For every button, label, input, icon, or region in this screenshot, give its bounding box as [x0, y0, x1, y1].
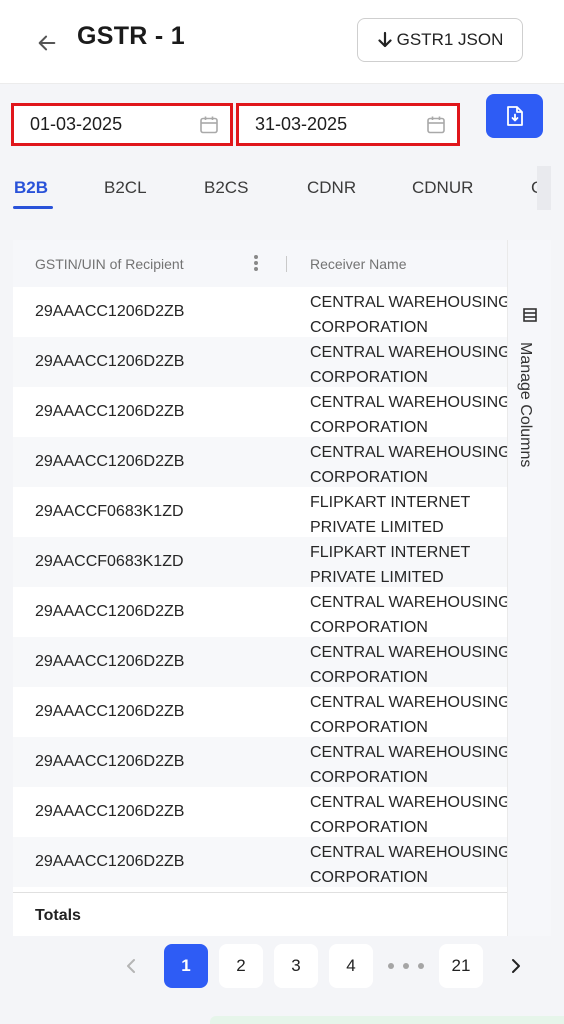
totals-row: Totals [13, 892, 507, 936]
download-report-button[interactable] [486, 94, 543, 138]
receiver-name-cell: CENTRAL WAREHOUSING CORPORATION [310, 640, 507, 690]
table-row[interactable]: 29AAACC1206D2ZB CENTRAL WAREHOUSING CORP… [13, 337, 507, 387]
tab-b2b[interactable]: B2B [14, 178, 48, 198]
receiver-name-line: CENTRAL WAREHOUSING [310, 344, 507, 361]
gstin-cell: 29AAACC1206D2ZB [35, 403, 185, 420]
return-section-tabs: B2B B2CL B2CS CDNR CDNUR CC [0, 166, 551, 210]
receiver-name-cell: CENTRAL WAREHOUSING CORPORATION [310, 440, 507, 490]
receiver-name-line: FLIPKART INTERNET [310, 494, 471, 511]
table-row[interactable]: 29AAACC1206D2ZB CENTRAL WAREHOUSING CORP… [13, 437, 507, 487]
gstin-cell: 29AAACC1206D2ZB [35, 853, 185, 870]
back-button[interactable] [32, 28, 62, 58]
b2b-table: GSTIN/UIN of Recipient Receiver Name 29A… [13, 240, 551, 936]
gstin-cell: 29AAACC1206D2ZB [35, 453, 185, 470]
manage-columns-label: Manage Columns [517, 342, 534, 468]
table-row[interactable]: 29AAACC1206D2ZB CENTRAL WAREHOUSING CORP… [13, 687, 507, 737]
calendar-icon [426, 115, 446, 135]
table-row[interactable]: 29AAACC1206D2ZB CENTRAL WAREHOUSING CORP… [13, 287, 507, 337]
gstin-cell: 29AAACC1206D2ZB [35, 703, 185, 720]
receiver-name-line: CENTRAL WAREHOUSING [310, 394, 507, 411]
page-button-4[interactable]: 4 [329, 944, 373, 988]
arrow-left-icon [38, 35, 56, 51]
tab-b2cs[interactable]: B2CS [204, 178, 248, 198]
arrow-down-icon [378, 31, 392, 48]
column-resize-handle[interactable] [286, 256, 287, 272]
receiver-name-line: CENTRAL WAREHOUSING [310, 644, 507, 661]
prev-page-button[interactable] [116, 944, 146, 988]
receiver-name-cell: CENTRAL WAREHOUSING CORPORATION [310, 840, 507, 890]
app-header: GSTR - 1 GSTR1 JSON [0, 0, 564, 84]
column-header-gstin[interactable]: GSTIN/UIN of Recipient [35, 256, 184, 272]
gstr1-json-button-label: GSTR1 JSON [396, 30, 504, 49]
gstin-cell: 29AACCF0683K1ZD [35, 503, 184, 520]
table-body: 29AAACC1206D2ZB CENTRAL WAREHOUSING CORP… [13, 287, 507, 887]
gstin-cell: 29AAACC1206D2ZB [35, 303, 185, 320]
date-filters: 01-03-2025 31-03-2025 [0, 84, 564, 154]
gstin-cell: 29AAACC1206D2ZB [35, 653, 185, 670]
receiver-name-line: CENTRAL WAREHOUSING [310, 794, 507, 811]
next-page-button[interactable] [501, 944, 531, 988]
table-row[interactable]: 29AACCF0683K1ZD FLIPKART INTERNET PRIVAT… [13, 537, 507, 587]
receiver-name-line: CENTRAL WAREHOUSING [310, 694, 507, 711]
from-date-value: 01-03-2025 [30, 114, 123, 134]
table-header: GSTIN/UIN of Recipient Receiver Name [13, 240, 507, 287]
table-row[interactable]: 29AAACC1206D2ZB CENTRAL WAREHOUSING CORP… [13, 387, 507, 437]
tab-b2cl[interactable]: B2CL [104, 178, 147, 198]
gstin-cell: 29AACCF0683K1ZD [35, 553, 184, 570]
receiver-name-cell: FLIPKART INTERNET PRIVATE LIMITED [310, 540, 507, 590]
tab-cdnr[interactable]: CDNR [307, 178, 356, 198]
table-row[interactable]: 29AAACC1206D2ZB CENTRAL WAREHOUSING CORP… [13, 737, 507, 787]
receiver-name-cell: CENTRAL WAREHOUSING CORPORATION [310, 340, 507, 390]
column-header-receiver-name[interactable]: Receiver Name [310, 256, 406, 272]
pagination: 1 2 3 4 21 [0, 940, 564, 994]
columns-icon [523, 308, 537, 322]
receiver-name-line: CENTRAL WAREHOUSING [310, 294, 507, 311]
gstin-cell: 29AAACC1206D2ZB [35, 753, 185, 770]
pagination-ellipsis [388, 962, 424, 970]
gstr1-json-button[interactable]: GSTR1 JSON [357, 18, 523, 62]
page-button-1[interactable]: 1 [164, 944, 208, 988]
to-date-field[interactable]: 31-03-2025 [236, 103, 460, 146]
kebab-menu-icon[interactable] [249, 253, 263, 273]
receiver-name-cell: CENTRAL WAREHOUSING CORPORATION [310, 590, 507, 640]
page-button-2[interactable]: 2 [219, 944, 263, 988]
table-row[interactable]: 29AAACC1206D2ZB CENTRAL WAREHOUSING CORP… [13, 587, 507, 637]
chevron-left-icon [127, 959, 135, 973]
active-tab-indicator [13, 206, 53, 209]
chevron-right-icon [512, 959, 520, 973]
to-date-value: 31-03-2025 [255, 114, 348, 134]
bottom-sheet-edge [210, 1016, 564, 1024]
receiver-name-line: FLIPKART INTERNET [310, 544, 471, 561]
receiver-name-cell: CENTRAL WAREHOUSING CORPORATION [310, 740, 507, 790]
receiver-name-line: CENTRAL WAREHOUSING [310, 444, 507, 461]
receiver-name-cell: FLIPKART INTERNET PRIVATE LIMITED [310, 490, 507, 540]
table-row[interactable]: 29AACCF0683K1ZD FLIPKART INTERNET PRIVAT… [13, 487, 507, 537]
calendar-icon [199, 115, 219, 135]
receiver-name-line: CORPORATION [310, 869, 428, 886]
receiver-name-cell: CENTRAL WAREHOUSING CORPORATION [310, 690, 507, 740]
receiver-name-cell: CENTRAL WAREHOUSING CORPORATION [310, 790, 507, 840]
receiver-name-line: CENTRAL WAREHOUSING [310, 844, 507, 861]
receiver-name-cell: CENTRAL WAREHOUSING CORPORATION [310, 290, 507, 340]
receiver-name-cell: CENTRAL WAREHOUSING CORPORATION [310, 390, 507, 440]
receiver-name-line: CENTRAL WAREHOUSING [310, 594, 507, 611]
gstin-cell: 29AAACC1206D2ZB [35, 603, 185, 620]
receiver-name-line: CENTRAL WAREHOUSING [310, 744, 507, 761]
page-title: GSTR - 1 [77, 22, 185, 50]
file-download-icon [506, 106, 523, 126]
from-date-field[interactable]: 01-03-2025 [11, 103, 233, 146]
gstin-cell: 29AAACC1206D2ZB [35, 353, 185, 370]
table-row[interactable]: 29AAACC1206D2ZB CENTRAL WAREHOUSING CORP… [13, 787, 507, 837]
manage-columns-panel-toggle[interactable]: Manage Columns [507, 240, 551, 936]
page-button-3[interactable]: 3 [274, 944, 318, 988]
gstin-cell: 29AAACC1206D2ZB [35, 803, 185, 820]
tab-cdnur[interactable]: CDNUR [412, 178, 473, 198]
table-row[interactable]: 29AAACC1206D2ZB CENTRAL WAREHOUSING CORP… [13, 837, 507, 887]
table-row[interactable]: 29AAACC1206D2ZB CENTRAL WAREHOUSING CORP… [13, 637, 507, 687]
tabs-scroll-fade [537, 166, 551, 210]
totals-label: Totals [35, 907, 81, 924]
page-button-last[interactable]: 21 [439, 944, 483, 988]
